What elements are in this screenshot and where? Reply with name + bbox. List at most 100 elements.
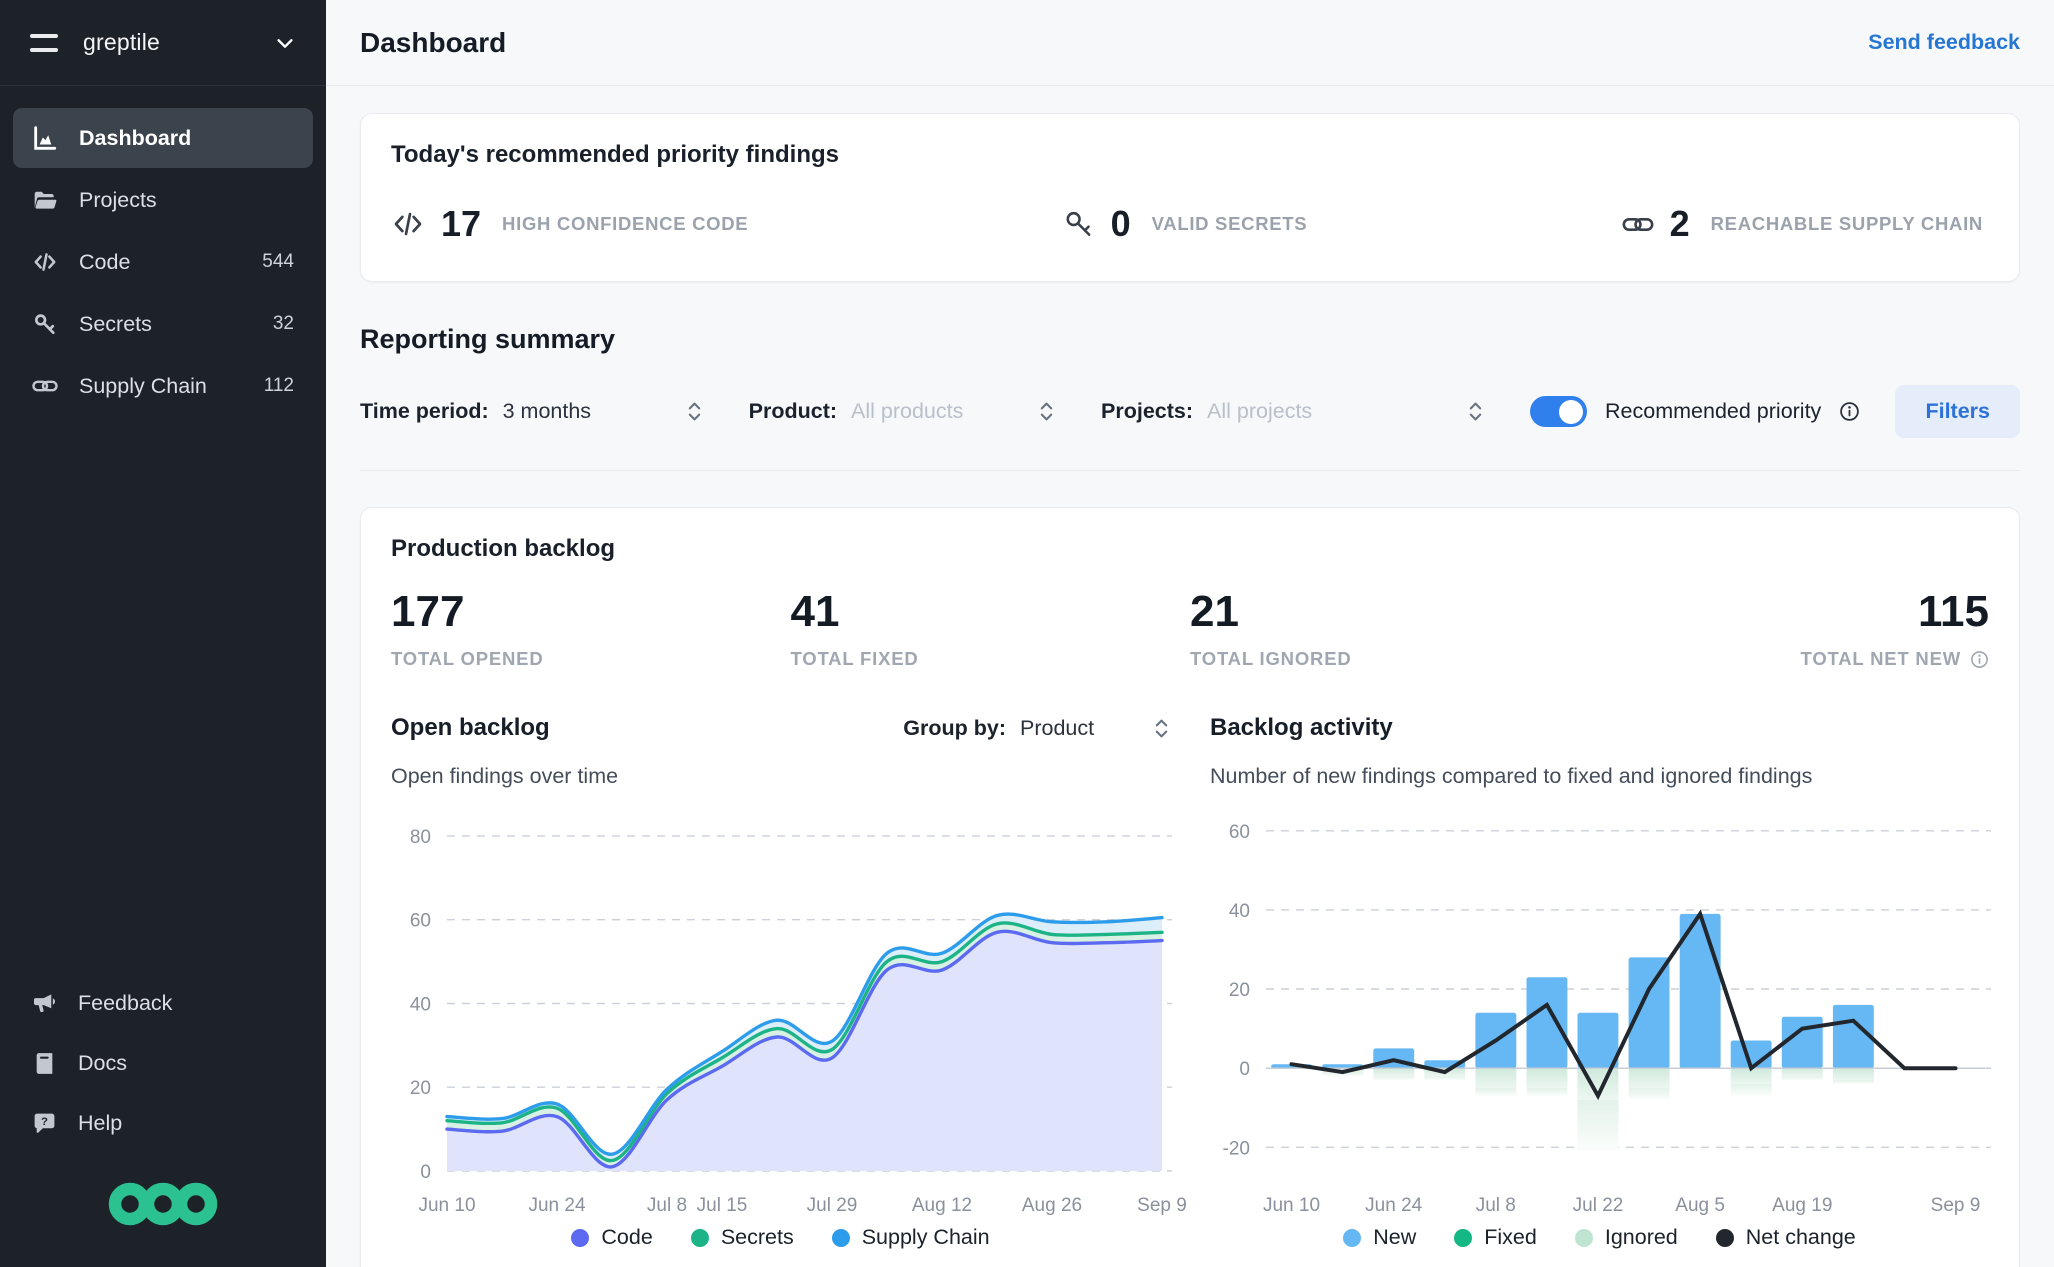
send-feedback-link[interactable]: Send feedback — [1868, 30, 2020, 55]
svg-text:?: ? — [41, 1116, 48, 1128]
chevron-updown-icon — [1040, 402, 1053, 421]
legend-item-net-change[interactable]: Net change — [1715, 1225, 1856, 1250]
group-by-label: Group by: — [903, 715, 1006, 740]
svg-text:Jun 24: Jun 24 — [528, 1195, 585, 1216]
info-icon[interactable] — [1970, 650, 1989, 669]
svg-text:20: 20 — [1229, 980, 1250, 1001]
stat-label: TOTAL FIXED — [790, 648, 919, 670]
svg-text:-20: -20 — [1223, 1138, 1250, 1159]
projects-select[interactable]: All projects — [1207, 399, 1484, 424]
legend-item-ignored[interactable]: Ignored — [1574, 1225, 1678, 1250]
svg-text:Jul 22: Jul 22 — [1573, 1195, 1624, 1216]
stat-total-ignored: 21 TOTAL IGNORED — [1190, 588, 1590, 670]
charts-row: Open backlog Group by: Product Open find… — [391, 708, 1991, 1250]
backlog-card-title: Production backlog — [391, 535, 616, 562]
svg-text:Jul 8: Jul 8 — [1476, 1195, 1516, 1216]
svg-text:60: 60 — [1229, 822, 1250, 843]
legend-item-fixed[interactable]: Fixed — [1454, 1225, 1537, 1250]
stat-label: TOTAL NET NEW — [1590, 648, 1990, 670]
time-period-select[interactable]: 3 months — [503, 399, 703, 424]
stat-label: REACHABLE SUPPLY CHAIN — [1710, 213, 1983, 234]
svg-text:20: 20 — [410, 1078, 431, 1099]
code-icon — [34, 253, 56, 271]
open-backlog-section: Open backlog Group by: Product Open find… — [391, 708, 1187, 1250]
sidebar-item-docs[interactable]: Docs — [13, 1033, 313, 1093]
production-backlog-card: Production backlog 177 TOTAL OPENED 41 T… — [360, 507, 2020, 1267]
time-period-filter: Time period: 3 months — [360, 399, 703, 424]
sidebar-item-help[interactable]: ? Help — [13, 1093, 313, 1153]
legend-item-code[interactable]: Code — [571, 1225, 653, 1250]
recommended-priority-label: Recommended priority — [1605, 399, 1822, 423]
stat-label: TOTAL OPENED — [391, 648, 544, 670]
sidebar-item-dashboard[interactable]: Dashboard — [13, 108, 313, 168]
svg-text:60: 60 — [410, 911, 431, 932]
legend-dot — [831, 1228, 850, 1247]
sidebar-item-label: Feedback — [78, 990, 173, 1015]
open-backlog-legend: Code Secrets Supply Chain — [391, 1225, 1170, 1250]
legend-item-secrets[interactable]: Secrets — [690, 1225, 794, 1250]
backlog-activity-section: Backlog activity Number of new findings … — [1210, 708, 1991, 1250]
svg-text:0: 0 — [420, 1162, 431, 1183]
dashboard-icon — [34, 126, 57, 150]
folder-icon — [34, 191, 57, 209]
group-by-select[interactable]: Product — [1020, 716, 1170, 741]
sidebar-badge-secrets: 32 — [272, 313, 294, 334]
sidebar-item-code[interactable]: Code 544 — [13, 232, 313, 292]
workspace-name: greptile — [83, 29, 161, 55]
stat-total-net-new: 115 TOTAL NET NEW — [1590, 588, 1990, 670]
svg-text:Jun 24: Jun 24 — [1365, 1195, 1422, 1216]
sidebar-nav: Dashboard Projects Code 544 Secrets 32 S… — [0, 86, 326, 416]
filters-button[interactable]: Filters — [1895, 385, 2020, 438]
svg-text:Aug 19: Aug 19 — [1772, 1195, 1832, 1216]
priority-stats: 17 HIGH CONFIDENCE CODE 0 VALID SECRETS … — [391, 203, 1989, 245]
backlog-activity-title: Backlog activity — [1210, 714, 1393, 742]
chevron-down-icon[interactable] — [274, 32, 296, 54]
time-period-label: Time period: — [360, 399, 489, 423]
toggle-knob — [1559, 399, 1584, 424]
backlog-activity-legend: New Fixed Ignored Net change — [1210, 1225, 1989, 1250]
backlog-activity-subtitle: Number of new findings compared to fixed… — [1210, 764, 1813, 789]
app-window: greptile Dashboard Projects Code 544 Sec… — [0, 0, 2054, 1267]
priority-card-title: Today's recommended priority findings — [391, 141, 839, 168]
svg-text:0: 0 — [1239, 1059, 1250, 1080]
sidebar-item-supply-chain[interactable]: Supply Chain 112 — [13, 356, 313, 416]
recommended-priority-toggle[interactable] — [1530, 396, 1588, 427]
sidebar-item-label: Projects — [79, 187, 157, 212]
legend-dot — [1715, 1228, 1734, 1247]
svg-text:Jul 29: Jul 29 — [807, 1195, 858, 1216]
greptile-logo — [13, 1153, 313, 1267]
workspace-switcher[interactable]: greptile — [0, 0, 326, 86]
sidebar-item-projects[interactable]: Projects — [13, 170, 313, 230]
link-icon — [1622, 217, 1654, 231]
svg-text:40: 40 — [410, 995, 431, 1016]
chevron-updown-icon — [688, 402, 700, 421]
link-icon — [32, 380, 58, 392]
svg-text:40: 40 — [1229, 901, 1250, 922]
sidebar-item-label: Secrets — [79, 311, 152, 336]
sidebar-badge-supply-chain: 112 — [263, 375, 294, 396]
stat-high-confidence-code: 17 HIGH CONFIDENCE CODE — [391, 203, 748, 245]
help-icon: ? — [34, 1113, 55, 1133]
stat-value: 2 — [1669, 203, 1690, 244]
legend-item-supply-chain[interactable]: Supply Chain — [831, 1225, 990, 1250]
stat-label: HIGH CONFIDENCE CODE — [502, 213, 749, 234]
sidebar-item-label: Dashboard — [79, 125, 192, 150]
product-select[interactable]: All products — [851, 399, 1055, 424]
legend-item-new[interactable]: New — [1343, 1225, 1416, 1250]
stat-label: VALID SECRETS — [1151, 213, 1308, 234]
sidebar-badge-code: 544 — [262, 251, 294, 272]
backlog-activity-chart: -20 0 20 40 60 Jun 10 Jun 24 Jul 8 Jul 22 Aug 5 Au… — [1223, 822, 1991, 1216]
sidebar-item-secrets[interactable]: Secrets 32 — [13, 294, 313, 354]
chevron-updown-icon — [1469, 402, 1482, 421]
sidebar-item-feedback[interactable]: Feedback — [13, 973, 313, 1033]
svg-text:Aug 5: Aug 5 — [1675, 1195, 1725, 1216]
main-area: Dashboard Send feedback Today's recommen… — [326, 0, 2054, 1267]
legend-dot — [571, 1228, 590, 1247]
stat-total-fixed: 41 TOTAL FIXED — [790, 588, 1191, 670]
projects-filter: Projects: All projects — [1101, 399, 1484, 424]
projects-label: Projects: — [1101, 399, 1194, 423]
info-icon[interactable] — [1839, 401, 1860, 422]
code-icon — [394, 212, 422, 236]
menu-icon[interactable] — [30, 33, 58, 52]
sidebar: greptile Dashboard Projects Code 544 Sec… — [0, 0, 326, 1267]
